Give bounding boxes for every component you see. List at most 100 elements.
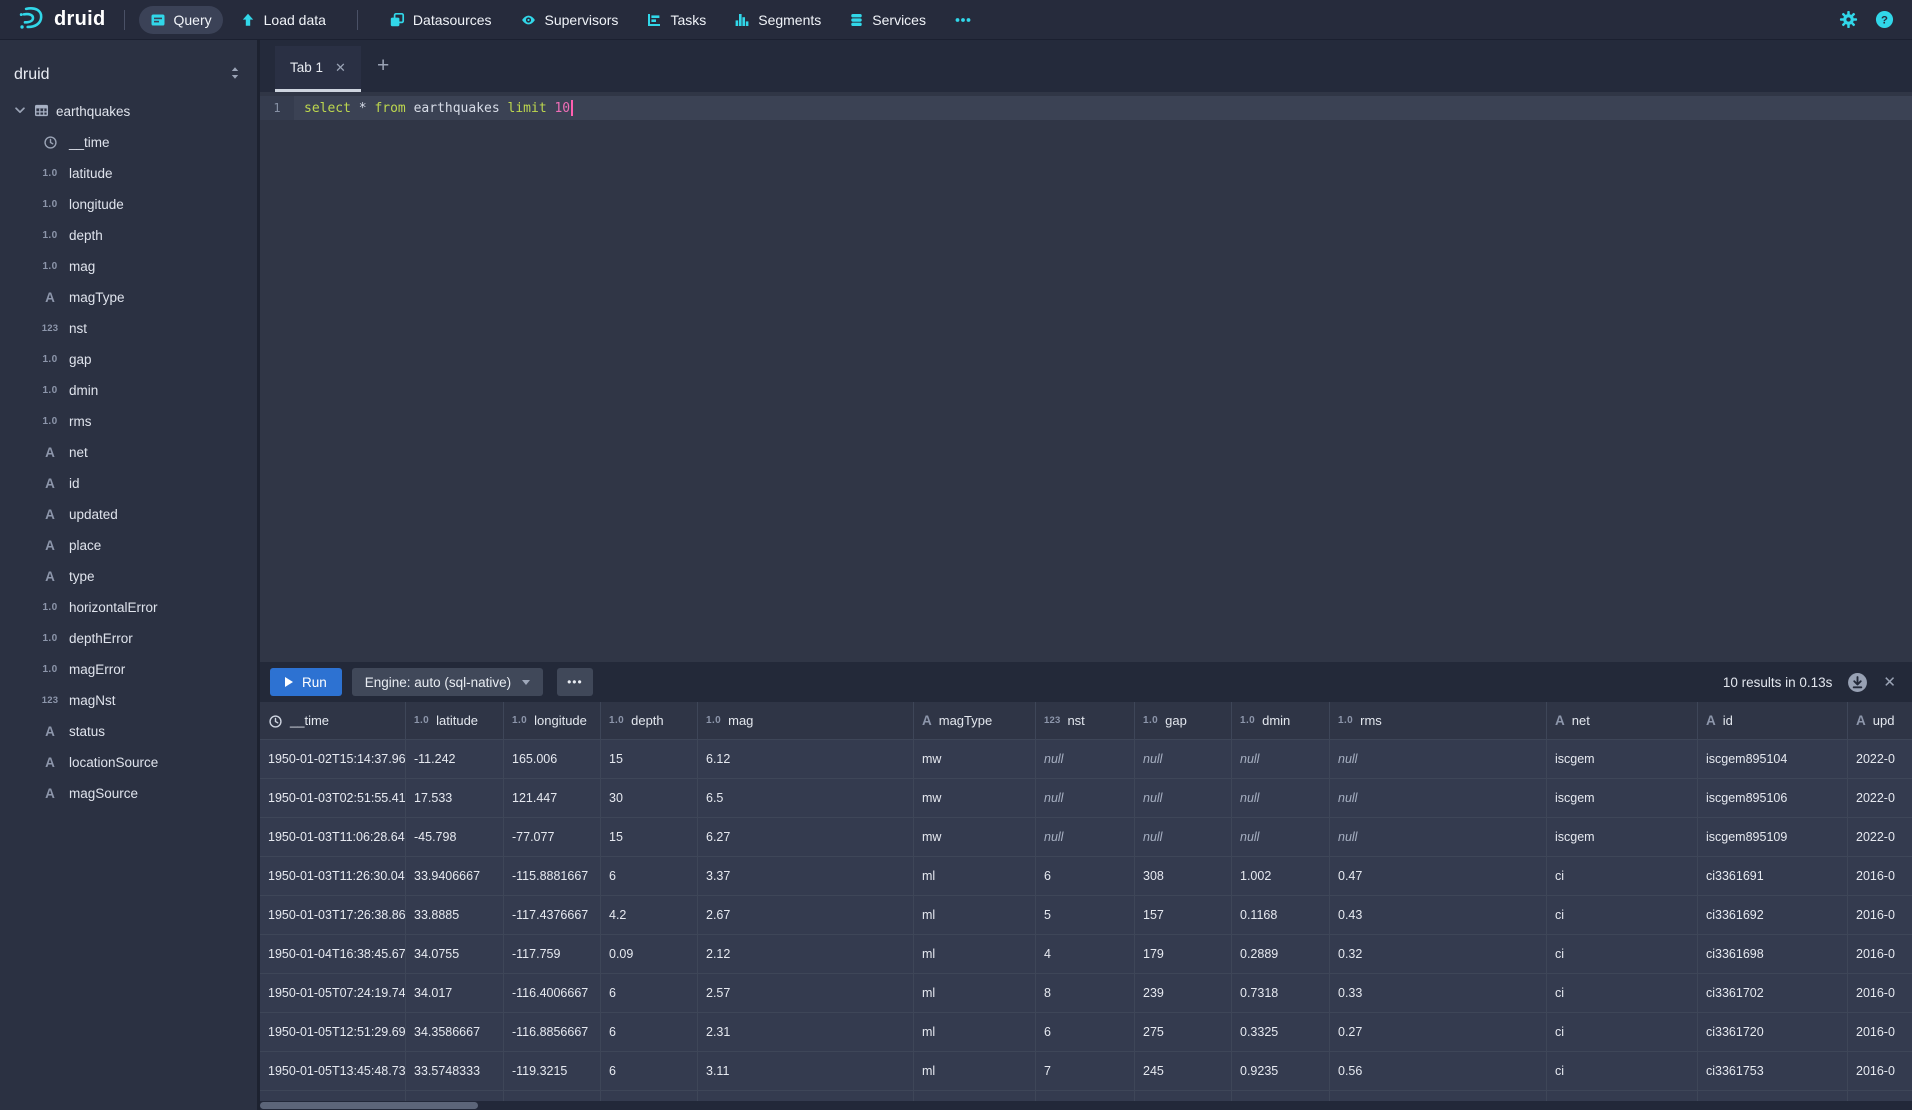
column-header-depth[interactable]: 1.0depth	[601, 702, 698, 740]
sidebar-column-nst[interactable]: 123nst	[0, 313, 257, 344]
cell[interactable]: 4.2	[601, 896, 698, 935]
cell[interactable]: 0.7318	[1232, 974, 1330, 1013]
cell[interactable]: 0.2889	[1232, 935, 1330, 974]
cell[interactable]: 1.002	[1232, 857, 1330, 896]
cell[interactable]: 2022-0	[1848, 740, 1912, 779]
cell[interactable]: 1950-01-05T13:45:48.730Z	[260, 1052, 406, 1091]
cell[interactable]: ml	[914, 974, 1036, 1013]
sidebar-column-depth[interactable]: 1.0depth	[0, 220, 257, 251]
cell[interactable]: 6	[601, 974, 698, 1013]
sidebar-column-status[interactable]: Astatus	[0, 716, 257, 747]
cell[interactable]: -11.242	[406, 740, 504, 779]
cell[interactable]: 0.43	[1330, 896, 1547, 935]
cell[interactable]: 2.57	[698, 974, 914, 1013]
cell[interactable]: iscgem	[1547, 740, 1698, 779]
sidebar-column-gap[interactable]: 1.0gap	[0, 344, 257, 375]
cell[interactable]: 6.12	[698, 740, 914, 779]
cell[interactable]: -119.3215	[504, 1052, 601, 1091]
cell[interactable]: 8	[1036, 974, 1135, 1013]
column-header-gap[interactable]: 1.0gap	[1135, 702, 1232, 740]
column-header-id[interactable]: Aid	[1698, 702, 1848, 740]
cell[interactable]: ml	[914, 857, 1036, 896]
cell[interactable]: 1950-01-03T02:51:55.410Z	[260, 779, 406, 818]
nav-item-load-data[interactable]: Load data	[229, 6, 337, 34]
cell[interactable]: 179	[1135, 935, 1232, 974]
cell[interactable]: null	[1232, 740, 1330, 779]
cell[interactable]: null	[1330, 818, 1547, 857]
cell[interactable]: iscgem895106	[1698, 779, 1848, 818]
cell[interactable]: 2016-0	[1848, 857, 1912, 896]
cell[interactable]: 0.32	[1330, 935, 1547, 974]
cell[interactable]: ci	[1547, 857, 1698, 896]
cell[interactable]: ci	[1547, 1052, 1698, 1091]
cell[interactable]: ci	[1547, 1013, 1698, 1052]
cell[interactable]: -77.077	[504, 818, 601, 857]
cell[interactable]: null	[1036, 740, 1135, 779]
cell[interactable]: 4	[1036, 935, 1135, 974]
sidebar-column-magType[interactable]: AmagType	[0, 282, 257, 313]
cell[interactable]: 33.9406667	[406, 857, 504, 896]
cell[interactable]: 1950-01-05T12:51:29.690Z	[260, 1013, 406, 1052]
cell[interactable]: 0.9235	[1232, 1052, 1330, 1091]
sidebar-column-place[interactable]: Aplace	[0, 530, 257, 561]
cell[interactable]: ml	[914, 1013, 1036, 1052]
scrollbar-thumb[interactable]	[260, 1102, 478, 1109]
nav-item-tasks[interactable]: Tasks	[635, 6, 717, 34]
help-icon[interactable]: ?	[1875, 10, 1894, 29]
cell[interactable]: null	[1036, 779, 1135, 818]
cell[interactable]: 308	[1135, 857, 1232, 896]
sidebar-column-latitude[interactable]: 1.0latitude	[0, 158, 257, 189]
cell[interactable]: 6	[1036, 857, 1135, 896]
cell[interactable]: 2022-0	[1848, 818, 1912, 857]
chevron-down-icon[interactable]	[13, 103, 27, 120]
cell[interactable]: -117.4376667	[504, 896, 601, 935]
cell[interactable]: -116.4006667	[504, 974, 601, 1013]
cell[interactable]: ci3361698	[1698, 935, 1848, 974]
cell[interactable]: 2.67	[698, 896, 914, 935]
sidebar-column-dmin[interactable]: 1.0dmin	[0, 375, 257, 406]
cell[interactable]: 0.33	[1330, 974, 1547, 1013]
cell[interactable]: null	[1232, 779, 1330, 818]
sidebar-column-rms[interactable]: 1.0rms	[0, 406, 257, 437]
cell[interactable]: 2016-0	[1848, 935, 1912, 974]
cell[interactable]: mw	[914, 740, 1036, 779]
cell[interactable]: ml	[914, 935, 1036, 974]
cell[interactable]: 0.1168	[1232, 896, 1330, 935]
cell[interactable]: 239	[1135, 974, 1232, 1013]
cell[interactable]: 245	[1135, 1052, 1232, 1091]
cell[interactable]: mw	[914, 818, 1036, 857]
column-header-net[interactable]: Anet	[1547, 702, 1698, 740]
cell[interactable]: ci3361720	[1698, 1013, 1848, 1052]
cell[interactable]: 6	[601, 1052, 698, 1091]
cell[interactable]: 34.017	[406, 974, 504, 1013]
cell[interactable]: 1950-01-03T11:06:28.640Z	[260, 818, 406, 857]
nav-item-datasources[interactable]: Datasources	[378, 6, 503, 34]
cell[interactable]: 3.37	[698, 857, 914, 896]
cell[interactable]: null	[1330, 779, 1547, 818]
sidebar-column-longitude[interactable]: 1.0longitude	[0, 189, 257, 220]
column-header-dmin[interactable]: 1.0dmin	[1232, 702, 1330, 740]
cell[interactable]: ci3361753	[1698, 1052, 1848, 1091]
cell[interactable]: ci	[1547, 935, 1698, 974]
cell[interactable]: iscgem	[1547, 779, 1698, 818]
cell[interactable]: 2022-0	[1848, 779, 1912, 818]
cell[interactable]: -117.759	[504, 935, 601, 974]
cell[interactable]: 17.533	[406, 779, 504, 818]
cell[interactable]: 1950-01-04T16:38:45.670Z	[260, 935, 406, 974]
sidebar-column-type[interactable]: Atype	[0, 561, 257, 592]
cell[interactable]: ci	[1547, 974, 1698, 1013]
cell[interactable]: 2016-0	[1848, 974, 1912, 1013]
nav-item-services[interactable]: Services	[838, 6, 937, 34]
column-header-latitude[interactable]: 1.0latitude	[406, 702, 504, 740]
cell[interactable]: 5	[1036, 896, 1135, 935]
cell[interactable]: null	[1036, 818, 1135, 857]
cell[interactable]: null	[1330, 740, 1547, 779]
cell[interactable]: 33.8885	[406, 896, 504, 935]
cell[interactable]: 157	[1135, 896, 1232, 935]
horizontal-scrollbar[interactable]	[260, 1101, 1912, 1110]
cell[interactable]: 33.5748333	[406, 1052, 504, 1091]
cell[interactable]: 6	[601, 1013, 698, 1052]
cell[interactable]: 15	[601, 740, 698, 779]
cell[interactable]: 2016-0	[1848, 1052, 1912, 1091]
cell[interactable]: ci3361692	[1698, 896, 1848, 935]
